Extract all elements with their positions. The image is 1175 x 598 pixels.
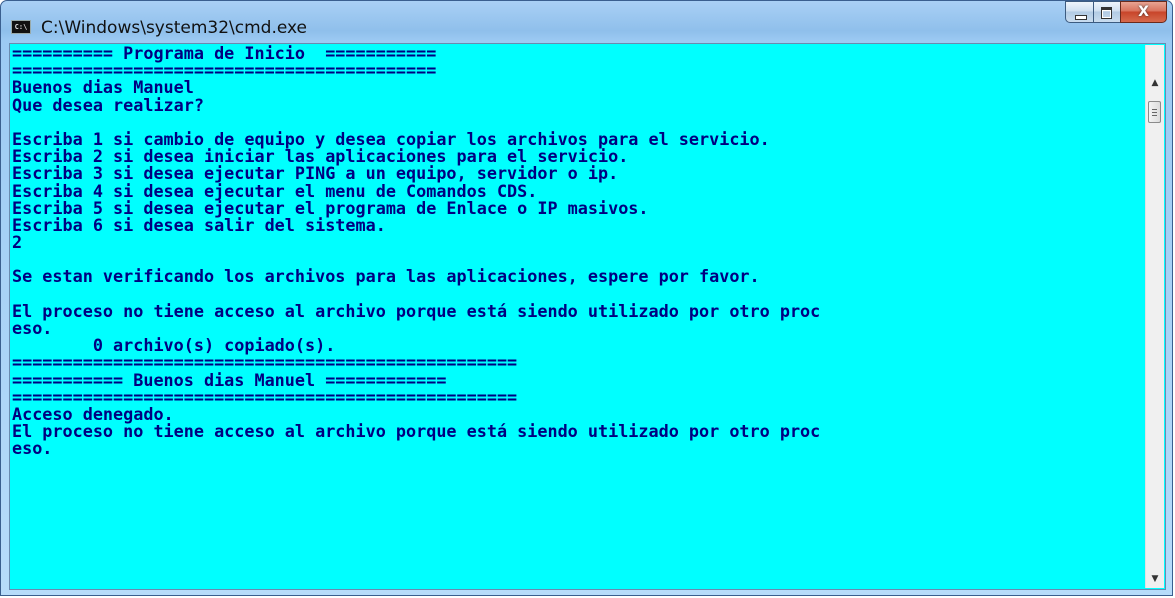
console-line: eso. — [12, 438, 53, 459]
close-icon: X — [1138, 4, 1149, 20]
console-line: 2 — [12, 232, 23, 253]
console-line: Escriba 6 si desea salir del sistema. — [12, 214, 386, 235]
window-title: C:\Windows\system32\cmd.exe — [41, 18, 308, 38]
console-line: El proceso no tiene acceso al archivo po… — [12, 300, 821, 321]
maximize-icon — [1101, 7, 1112, 19]
console-line: Escriba 3 si desea ejecutar PING a un eq… — [12, 163, 619, 184]
scroll-down-arrow-icon[interactable]: ▼ — [1146, 571, 1164, 588]
close-button[interactable]: X — [1120, 1, 1167, 23]
cmd-app-icon[interactable]: C:\ — [11, 20, 31, 34]
console-line: Que desea realizar? — [12, 94, 204, 115]
maximize-button[interactable] — [1093, 1, 1120, 23]
minimize-icon — [1075, 15, 1087, 20]
console-output[interactable]: ========== Programa de Inicio ==========… — [11, 45, 1146, 588]
scroll-thumb[interactable] — [1148, 101, 1161, 123]
console-window: C:\ C:\Windows\system32\cmd.exe X ======… — [0, 0, 1173, 596]
title-bar[interactable]: C:\ C:\Windows\system32\cmd.exe X — [1, 1, 1172, 43]
console-line: Buenos dias Manuel — [12, 77, 194, 98]
minimize-button[interactable] — [1065, 1, 1093, 23]
console-line: ========================================… — [12, 386, 518, 407]
console-line: ========================================… — [12, 352, 518, 373]
caption-buttons: X — [1065, 1, 1167, 23]
console-line: El proceso no tiene acceso al archivo po… — [12, 421, 821, 442]
scroll-up-arrow-icon[interactable]: ▲ — [1146, 75, 1164, 92]
console-client-area: ========== Programa de Inicio ==========… — [9, 43, 1166, 590]
console-line: Se estan verificando los archivos para l… — [12, 266, 760, 287]
vertical-scrollbar[interactable]: ▲ ▼ — [1145, 45, 1164, 588]
